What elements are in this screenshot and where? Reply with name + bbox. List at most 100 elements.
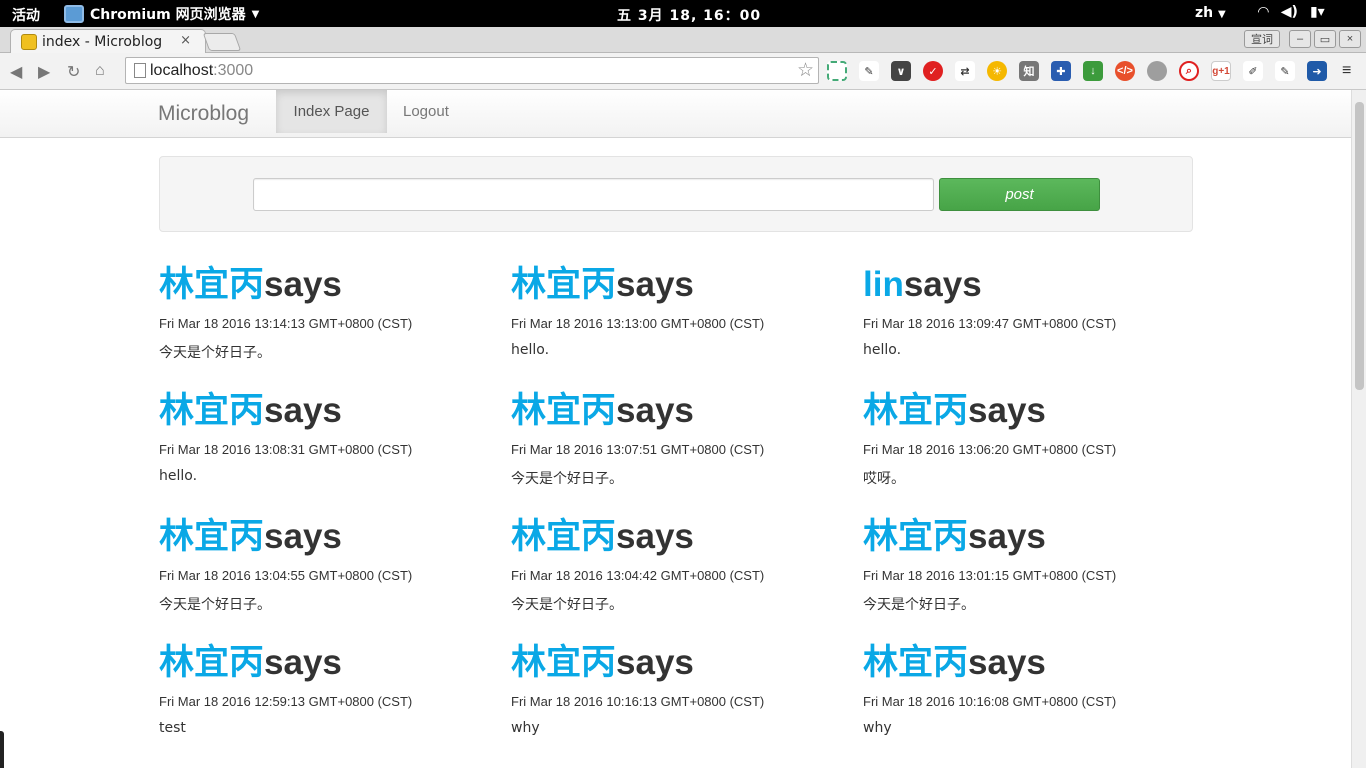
chevron-down-icon: ▼ <box>1218 9 1226 20</box>
post-says: says <box>264 643 342 682</box>
post-author[interactable]: 林宜丙 <box>159 517 264 556</box>
pocket-icon[interactable]: ∨ <box>891 61 911 81</box>
home-icon[interactable]: ⌂ <box>95 62 105 80</box>
chromium-icon <box>64 5 84 23</box>
post-content: hello. <box>159 468 198 484</box>
post-author[interactable]: 林宜丙 <box>159 391 264 430</box>
post-heading: linsays <box>863 267 1215 302</box>
site-brand[interactable]: Microblog <box>158 102 249 126</box>
post-item: 林宜丙says Fri Mar 18 2016 13:07:51 GMT+080… <box>511 389 863 515</box>
chevron-down-icon: ▼ <box>251 8 260 20</box>
volume-icon: ◀) <box>1280 4 1298 20</box>
post-author[interactable]: 林宜丙 <box>159 265 264 304</box>
post-says: says <box>616 517 694 556</box>
post-author[interactable]: 林宜丙 <box>511 265 616 304</box>
post-form: post <box>159 156 1193 232</box>
eyedropper-icon[interactable]: ✐ <box>1243 61 1263 81</box>
post-time: Fri Mar 18 2016 13:01:15 GMT+0800 (CST) <box>863 568 1117 583</box>
search-icon[interactable]: ⌕ <box>1179 61 1199 81</box>
nav-index-page[interactable]: Index Page <box>276 90 387 133</box>
post-time: Fri Mar 18 2016 13:08:31 GMT+0800 (CST) <box>159 442 413 457</box>
post-author[interactable]: 林宜丙 <box>159 643 264 682</box>
forward-icon[interactable]: ▶ <box>38 62 50 82</box>
post-heading: 林宜丙says <box>159 393 511 428</box>
post-button[interactable]: post <box>939 178 1100 211</box>
back-icon[interactable]: ◀ <box>10 62 22 82</box>
send-icon[interactable]: ➜ <box>1307 61 1327 81</box>
post-heading: 林宜丙says <box>159 519 511 554</box>
download-icon[interactable]: ↓ <box>1083 61 1103 81</box>
maximize-button[interactable]: ▭ <box>1314 30 1336 48</box>
qr-code-icon[interactable] <box>827 61 847 81</box>
dock-edge <box>0 731 4 768</box>
post-heading: 林宜丙says <box>511 519 863 554</box>
weather-icon[interactable]: ☀ <box>987 61 1007 81</box>
reload-icon[interactable]: ↻ <box>67 62 80 82</box>
post-time: Fri Mar 18 2016 13:13:00 GMT+0800 (CST) <box>511 316 765 331</box>
post-content: 哎呀。 <box>863 471 905 487</box>
close-window-button[interactable]: × <box>1339 30 1361 48</box>
post-content: why <box>511 720 540 736</box>
post-heading: 林宜丙says <box>511 645 863 680</box>
post-time: Fri Mar 18 2016 12:59:13 GMT+0800 (CST) <box>159 694 413 709</box>
page-scrollbar[interactable] <box>1351 90 1366 768</box>
page-icon <box>134 63 146 78</box>
post-says: says <box>616 643 694 682</box>
activities-button[interactable]: 活动 <box>12 5 40 25</box>
post-heading: 林宜丙says <box>511 393 863 428</box>
post-author[interactable]: 林宜丙 <box>863 391 968 430</box>
post-time: Fri Mar 18 2016 13:06:20 GMT+0800 (CST) <box>863 442 1117 457</box>
post-list: 林宜丙says Fri Mar 18 2016 13:14:13 GMT+080… <box>159 263 1215 767</box>
post-content: 今天是个好日子。 <box>159 345 271 361</box>
post-author[interactable]: 林宜丙 <box>863 643 968 682</box>
switch-icon[interactable]: ⇄ <box>955 61 975 81</box>
post-author[interactable]: 林宜丙 <box>511 391 616 430</box>
menu-icon[interactable]: ≡ <box>1342 62 1351 80</box>
scrollbar-thumb[interactable] <box>1355 102 1364 390</box>
post-heading: 林宜丙says <box>863 519 1215 554</box>
minimize-button[interactable]: – <box>1289 30 1311 48</box>
puzzle-icon[interactable]: ✚ <box>1051 61 1071 81</box>
post-says: says <box>968 643 1046 682</box>
input-method-menu[interactable]: zh ▼ <box>1195 5 1226 21</box>
browser-toolbar: ◀ ▶ ↻ ⌂ localhost:3000 ☆ ✎ ∨ ✓ ⇄ ☀ 知 ✚ ↓… <box>0 53 1366 90</box>
app-menu[interactable]: Chromium 网页浏览器 ▼ <box>64 4 259 24</box>
post-heading: 林宜丙says <box>159 267 511 302</box>
post-author[interactable]: 林宜丙 <box>511 517 616 556</box>
evernote-icon[interactable]: ✎ <box>859 61 879 81</box>
status-dot-icon[interactable] <box>1147 61 1167 81</box>
bookmark-star-icon[interactable]: ☆ <box>797 59 814 82</box>
post-item: 林宜丙says Fri Mar 18 2016 13:04:55 GMT+080… <box>159 515 511 641</box>
code-icon[interactable]: </> <box>1115 61 1135 81</box>
translate-icon[interactable]: ✎ <box>1275 61 1295 81</box>
post-author[interactable]: 林宜丙 <box>511 643 616 682</box>
nav-logout[interactable]: Logout <box>403 103 449 120</box>
google-plus-icon[interactable]: g+1 <box>1211 61 1231 81</box>
post-content: hello. <box>511 342 550 358</box>
tab-index[interactable]: index - Microblog × <box>10 29 206 53</box>
address-bar[interactable]: localhost:3000 ☆ <box>125 57 819 84</box>
post-item: 林宜丙says Fri Mar 18 2016 10:16:13 GMT+080… <box>511 641 863 767</box>
new-tab-button[interactable] <box>202 33 242 51</box>
zhihu-icon[interactable]: 知 <box>1019 61 1039 81</box>
close-icon[interactable]: × <box>180 33 191 48</box>
post-says: says <box>968 391 1046 430</box>
post-item: 林宜丙says Fri Mar 18 2016 13:01:15 GMT+080… <box>863 515 1215 641</box>
clock[interactable]: 五 3月 18, 16：00 <box>617 5 761 25</box>
system-tray[interactable]: ◠ ◀) ▮▾ <box>1258 4 1325 20</box>
post-item: 林宜丙says Fri Mar 18 2016 10:16:08 GMT+080… <box>863 641 1215 767</box>
post-item: 林宜丙says Fri Mar 18 2016 13:06:20 GMT+080… <box>863 389 1215 515</box>
post-author[interactable]: lin <box>863 265 904 304</box>
post-author[interactable]: 林宜丙 <box>863 517 968 556</box>
post-content: 今天是个好日子。 <box>863 597 975 613</box>
post-time: Fri Mar 18 2016 13:04:55 GMT+0800 (CST) <box>159 568 413 583</box>
post-says: says <box>264 391 342 430</box>
post-time: Fri Mar 18 2016 13:04:42 GMT+0800 (CST) <box>511 568 765 583</box>
todoist-icon[interactable]: ✓ <box>923 61 943 81</box>
post-input[interactable] <box>253 178 934 211</box>
post-content: 今天是个好日子。 <box>511 597 623 613</box>
window-label: 宣词 <box>1244 30 1280 48</box>
post-says: says <box>264 517 342 556</box>
post-time: Fri Mar 18 2016 10:16:08 GMT+0800 (CST) <box>863 694 1117 709</box>
page-viewport: Microblog Index Page Logout post 林宜丙says… <box>0 90 1351 768</box>
